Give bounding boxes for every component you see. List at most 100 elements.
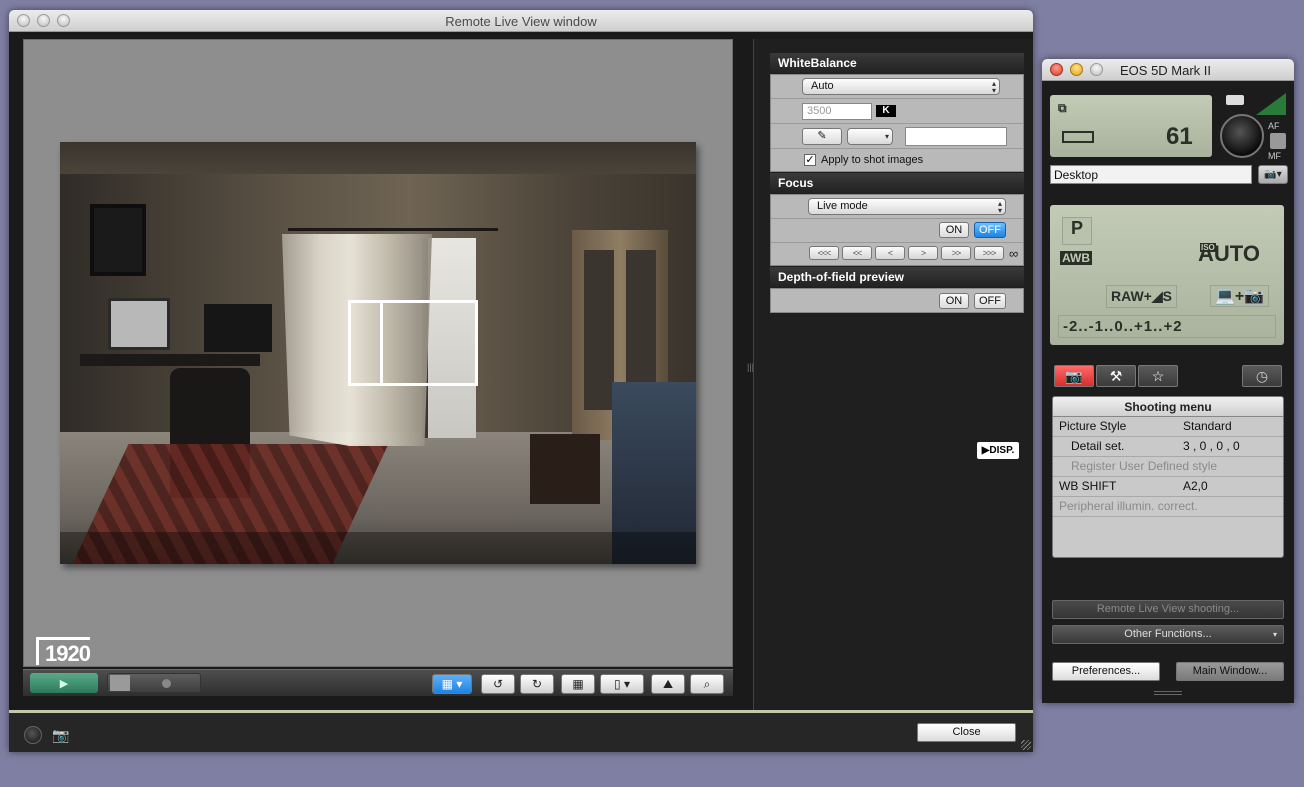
- kelvin-unit-label: K: [876, 105, 896, 117]
- apply-to-shot-checkbox[interactable]: ✓: [804, 154, 816, 166]
- focus-far-1-button[interactable]: >: [908, 246, 938, 260]
- bottom-bar: 📷 Close: [9, 710, 1033, 752]
- shots-remaining: 61: [1166, 123, 1193, 150]
- remote-live-view-shooting-button[interactable]: Remote Live View shooting...: [1052, 600, 1284, 619]
- aspect-ratio-button[interactable]: ▯ ▾: [600, 674, 644, 694]
- live-view-toolbar: ▶ ▦ ▾ ↺ ↻ ▦ ▯ ▾ ⛰ ⌕: [23, 669, 733, 696]
- window-titlebar[interactable]: Remote Live View window: [9, 10, 1033, 32]
- zoom-button[interactable]: ⌕: [690, 674, 724, 694]
- focus-near-1-button[interactable]: <: [875, 246, 905, 260]
- movie-camera-icon: ▶: [981, 445, 990, 456]
- chevron-down-icon: ▾: [1272, 630, 1277, 639]
- timer-tab[interactable]: ◷: [1242, 365, 1282, 387]
- resize-grip[interactable]: [1021, 740, 1031, 750]
- focus-off-button[interactable]: OFF: [974, 222, 1006, 238]
- histogram-button[interactable]: ⛰: [651, 674, 685, 694]
- main-lcd-panel: P AWB AUTO ISO RAW+◢S 💻+📷 -2..-1..0..+1.…: [1050, 205, 1284, 345]
- menu-item-label: WB SHIFT: [1059, 479, 1117, 493]
- dof-off-button[interactable]: OFF: [974, 293, 1006, 309]
- shooting-tab[interactable]: 📷: [1054, 365, 1094, 387]
- menu-item-detail-set[interactable]: Detail set. 3 , 0 , 0 , 0: [1053, 437, 1283, 457]
- af-mf-switch[interactable]: [1270, 133, 1286, 149]
- zoom-window-button[interactable]: [1090, 63, 1103, 76]
- disp-label: DISP.: [989, 445, 1015, 456]
- grid-dots-icon: ▦ ▾: [441, 677, 463, 691]
- drag-handle[interactable]: [1154, 691, 1182, 697]
- image-icon: ⛰: [662, 676, 674, 691]
- remote-live-view-window: Remote Live View window 1920 ▶ ▦ ▾ ↺ ↻ ▦…: [9, 10, 1033, 752]
- play-button[interactable]: ▶: [30, 673, 98, 693]
- menu-item-picture-style[interactable]: Picture Style Standard: [1053, 417, 1283, 437]
- eos-window-title: EOS 5D Mark II: [1120, 63, 1212, 78]
- shutter-button[interactable]: [24, 726, 42, 744]
- focus-far-2-button[interactable]: >>: [941, 246, 971, 260]
- camera-icon: 📷: [1065, 368, 1083, 384]
- rotate-left-button[interactable]: ↺: [481, 674, 515, 694]
- movie-record-button[interactable]: [107, 673, 201, 693]
- eos-titlebar[interactable]: EOS 5D Mark II: [1042, 59, 1294, 81]
- mf-label: MF: [1268, 151, 1281, 161]
- play-icon: ▶: [59, 677, 69, 690]
- focus-frame[interactable]: [348, 300, 478, 386]
- record-dot-icon: [162, 679, 171, 688]
- other-functions-button[interactable]: Other Functions... ▾: [1052, 625, 1284, 644]
- shooting-menu-header: Shooting menu: [1053, 397, 1283, 417]
- focus-mode-value: Live mode: [817, 200, 868, 212]
- rotate-right-icon: ↻: [531, 677, 543, 691]
- af-label: AF: [1268, 121, 1280, 131]
- focus-near-2-button[interactable]: <<: [842, 246, 872, 260]
- close-window-button[interactable]: [1050, 63, 1063, 76]
- updown-arrows-icon: ▴ ▾: [991, 79, 996, 95]
- magnifier-icon: ⌕: [703, 676, 711, 691]
- white-balance-select[interactable]: Auto ▴ ▾: [802, 78, 1000, 95]
- dof-on-button[interactable]: ON: [939, 293, 969, 309]
- focus-far-3-button[interactable]: >>>: [974, 246, 1004, 260]
- eyedropper-button[interactable]: ✎: [802, 128, 842, 145]
- star-icon: ☆: [1151, 368, 1165, 384]
- menu-item-label: Register User Defined style: [1071, 459, 1218, 473]
- live-view-image[interactable]: [60, 142, 696, 564]
- focus-on-button[interactable]: ON: [939, 222, 969, 238]
- apply-to-shot-label: Apply to shot images: [821, 154, 924, 166]
- click-wb-select[interactable]: ▾: [847, 128, 893, 145]
- setup-tab[interactable]: ⚒: [1096, 365, 1136, 387]
- focus-header: Focus: [770, 173, 1024, 193]
- menu-item-wb-shift[interactable]: WB SHIFT A2,0: [1053, 477, 1283, 497]
- focus-section: Live mode ▴ ▾ ON OFF <<< << < > >> >>> ∞: [770, 194, 1024, 266]
- focus-mode-select[interactable]: Live mode ▴ ▾: [808, 198, 1006, 215]
- settings-panel: WhiteBalance Auto ▴ ▾ 3500 K ✎ ▾ ✓ Apply …: [753, 39, 1033, 711]
- camera-settings-button[interactable]: 📷▾: [1258, 165, 1288, 184]
- rotate-right-button[interactable]: ↻: [520, 674, 554, 694]
- iso-tag: ISO: [1200, 243, 1216, 252]
- tools-icon: ⚒: [1109, 368, 1123, 384]
- white-balance-lcd[interactable]: AWB: [1060, 251, 1092, 265]
- disp-button[interactable]: ▶ DISP.: [977, 442, 1019, 459]
- pc-camera-icon[interactable]: 💻+📷: [1210, 285, 1270, 307]
- menu-item-value: A2,0: [1183, 479, 1208, 493]
- image-quality[interactable]: RAW+◢S: [1106, 285, 1177, 308]
- grid-overlay-button[interactable]: ▦: [561, 674, 595, 694]
- preferences-button[interactable]: Preferences...: [1052, 662, 1160, 681]
- live-view-viewport[interactable]: 1920: [23, 39, 733, 667]
- shooting-menu-panel: Shooting menu Picture Style Standard Det…: [1052, 396, 1284, 558]
- movie-resolution-badge: 1920: [36, 637, 91, 665]
- menu-item-label: Picture Style: [1059, 419, 1127, 433]
- dof-header: Depth-of-field preview: [770, 267, 1024, 287]
- shooting-mode[interactable]: P: [1062, 217, 1092, 245]
- kelvin-input[interactable]: 3500: [802, 103, 872, 120]
- save-destination-field[interactable]: Desktop: [1050, 165, 1252, 184]
- minimize-window-button[interactable]: [1070, 63, 1083, 76]
- exposure-scale[interactable]: -2..-1..0..+1..+2: [1058, 315, 1276, 338]
- camera-icon: 📷▾: [1264, 169, 1282, 180]
- movie-icon: [110, 675, 130, 691]
- favorites-tab[interactable]: ☆: [1138, 365, 1178, 387]
- main-dial[interactable]: [1220, 114, 1264, 158]
- eos-camera-window: EOS 5D Mark II ⧉ 61 AF MF Desktop 📷▾ P A…: [1042, 59, 1294, 703]
- main-window-button[interactable]: Main Window...: [1176, 662, 1284, 681]
- timer-icon: ◷: [1255, 368, 1269, 384]
- af-point-selector-button[interactable]: ▦ ▾: [432, 674, 472, 694]
- close-button[interactable]: Close: [917, 723, 1016, 742]
- camera-shoot-icon[interactable]: 📷: [52, 727, 72, 743]
- lock-icon: [1256, 93, 1286, 115]
- focus-near-3-button[interactable]: <<<: [809, 246, 839, 260]
